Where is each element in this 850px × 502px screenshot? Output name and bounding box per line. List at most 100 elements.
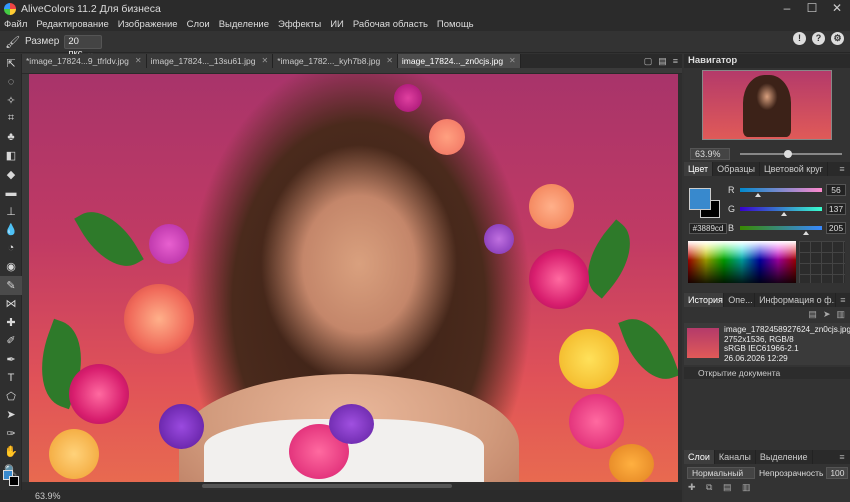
maximize-button[interactable]: ☐ bbox=[800, 0, 824, 17]
hex-field[interactable]: #3889cd bbox=[689, 223, 727, 234]
horizontal-scrollbar[interactable] bbox=[22, 482, 682, 490]
close-button[interactable]: ✕ bbox=[825, 0, 849, 17]
flower bbox=[569, 394, 624, 449]
pen-tool-icon[interactable]: ✒ bbox=[0, 350, 22, 369]
dodge-tool-icon[interactable]: ◔ bbox=[0, 239, 22, 258]
hand-tool-icon[interactable]: ✋ bbox=[0, 443, 22, 462]
menu-select[interactable]: Выделение bbox=[219, 19, 269, 30]
text-tool-icon[interactable]: T bbox=[0, 369, 22, 388]
panel-menu-icon[interactable]: ≡ bbox=[834, 450, 850, 464]
zoom-slider-knob[interactable] bbox=[784, 150, 792, 158]
new-document-icon[interactable]: ▢ bbox=[644, 54, 653, 68]
history-snapshot[interactable]: image_1782458927624_zn0cjs.jpg 2752x1536… bbox=[684, 323, 850, 365]
move-tool-icon[interactable]: ⇱ bbox=[0, 54, 22, 73]
tab-document-1[interactable]: *image_17824...9_tfrldv.jpg ✕ bbox=[22, 54, 147, 68]
blue-slider[interactable] bbox=[740, 226, 822, 235]
vertical-scrollbar[interactable] bbox=[678, 74, 682, 482]
brush-tool-icon[interactable]: ✎ bbox=[0, 276, 22, 295]
blur-tool-icon[interactable]: 💧 bbox=[0, 221, 22, 240]
layer-tools-icon[interactable]: ✚ ⧉ ▤ ▥ bbox=[688, 482, 754, 493]
save-icon[interactable]: ▤ bbox=[658, 54, 667, 68]
flower bbox=[529, 184, 574, 229]
tab-history[interactable]: История bbox=[684, 293, 725, 307]
size-dropdown[interactable]: 20 пкс bbox=[64, 34, 103, 59]
menu-ai[interactable]: ИИ bbox=[330, 19, 344, 30]
lasso-tool-icon[interactable]: ◌ bbox=[0, 73, 22, 92]
color-panel: Цвет Образцы Цветовой круг ≡ #3889cd R 5… bbox=[684, 162, 850, 292]
menu-image[interactable]: Изображение bbox=[118, 19, 178, 30]
mirror-tool-icon[interactable]: ⋈ bbox=[0, 295, 22, 314]
tab-document-2[interactable]: image_17824..._13su61.jpg ✕ bbox=[146, 54, 274, 68]
zoom-field[interactable]: 63.9% bbox=[690, 148, 730, 160]
tab-operations[interactable]: Опе... bbox=[724, 293, 756, 307]
tab-menu-icon[interactable]: ≡ bbox=[673, 54, 678, 68]
foreground-color-box[interactable] bbox=[689, 188, 711, 210]
fill-tool-icon[interactable]: ◆ bbox=[0, 165, 22, 184]
flower bbox=[429, 119, 465, 155]
menu-layers[interactable]: Слои bbox=[187, 19, 210, 30]
healing-tool-icon[interactable]: ✚ bbox=[0, 313, 22, 332]
panel-menu-icon[interactable]: ≡ bbox=[836, 293, 850, 307]
help-icon[interactable]: ? bbox=[812, 32, 825, 45]
green-slider[interactable] bbox=[740, 207, 822, 216]
tab-file-info[interactable]: Информация о ф... bbox=[755, 293, 836, 307]
blue-value-field[interactable]: 205 bbox=[826, 222, 846, 234]
tab-layers[interactable]: Слои bbox=[684, 450, 715, 464]
close-tab-icon[interactable]: ✕ bbox=[509, 54, 516, 68]
play-icon[interactable]: ➤ bbox=[823, 307, 831, 321]
shape-tool-icon[interactable]: ⬠ bbox=[0, 387, 22, 406]
opacity-field[interactable]: 100 bbox=[826, 467, 849, 479]
blend-mode-dropdown[interactable]: Нормальный bbox=[687, 467, 755, 479]
opacity-label: Непрозрачность bbox=[759, 468, 824, 478]
menu-file[interactable]: Файл bbox=[4, 19, 27, 30]
tab-selection[interactable]: Выделение bbox=[756, 450, 813, 464]
settings-gear-icon[interactable]: ⚙ bbox=[831, 32, 844, 45]
zoom-slider[interactable] bbox=[740, 150, 842, 158]
gradient-tool-icon[interactable]: ▬ bbox=[0, 184, 22, 203]
image-canvas[interactable] bbox=[29, 74, 678, 482]
navigator-preview[interactable] bbox=[702, 70, 832, 140]
eyedropper-tool-icon[interactable]: ✑ bbox=[0, 424, 22, 443]
scrollbar-thumb[interactable] bbox=[202, 484, 452, 488]
alert-icon[interactable]: ! bbox=[793, 32, 806, 45]
eraser-tool-icon[interactable]: ◧ bbox=[0, 147, 22, 166]
history-step[interactable]: Открытие документа bbox=[684, 367, 850, 379]
green-value-field[interactable]: 137 bbox=[826, 203, 846, 215]
new-snapshot-icon[interactable]: ▤ bbox=[808, 307, 817, 321]
minimize-button[interactable]: – bbox=[775, 0, 799, 17]
color-spectrum[interactable] bbox=[688, 241, 796, 283]
clone-stamp-tool-icon[interactable]: ♣ bbox=[0, 128, 22, 147]
tab-channels[interactable]: Каналы bbox=[715, 450, 756, 464]
red-value-field[interactable]: 56 bbox=[826, 184, 846, 196]
flower bbox=[124, 284, 194, 354]
menu-help[interactable]: Помощь bbox=[437, 19, 474, 30]
red-label: R bbox=[728, 185, 735, 195]
delete-icon[interactable]: ▥ bbox=[836, 307, 845, 321]
smudge-tool-icon[interactable]: ◉ bbox=[0, 258, 22, 277]
flower bbox=[49, 429, 99, 479]
tab-document-4[interactable]: image_17824..._zn0cjs.jpg ✕ bbox=[397, 54, 521, 68]
tab-color[interactable]: Цвет bbox=[684, 162, 714, 176]
background-color-swatch[interactable] bbox=[9, 476, 19, 486]
slider-marker[interactable] bbox=[803, 231, 809, 235]
magic-wand-tool-icon[interactable]: ✧ bbox=[0, 91, 22, 110]
stamp-tool-icon[interactable]: ⊥ bbox=[0, 202, 22, 221]
close-tab-icon[interactable]: ✕ bbox=[386, 54, 393, 68]
red-channel-row: R 56 bbox=[728, 183, 848, 197]
red-slider[interactable] bbox=[740, 188, 822, 197]
close-tab-icon[interactable]: ✕ bbox=[261, 54, 268, 68]
tab-document-3[interactable]: *image_1782..._kyh7b8.jpg ✕ bbox=[273, 54, 398, 68]
pencil-tool-icon[interactable]: ✐ bbox=[0, 332, 22, 351]
menu-edit[interactable]: Редактирование bbox=[36, 19, 108, 30]
menu-workspace[interactable]: Рабочая область bbox=[353, 19, 428, 30]
panel-menu-icon[interactable]: ≡ bbox=[834, 162, 850, 176]
recent-swatches-grid[interactable] bbox=[799, 241, 845, 283]
close-tab-icon[interactable]: ✕ bbox=[135, 54, 142, 68]
tab-color-wheel[interactable]: Цветовой круг bbox=[760, 162, 828, 176]
path-select-tool-icon[interactable]: ➤ bbox=[0, 406, 22, 425]
tab-swatches[interactable]: Образцы bbox=[713, 162, 760, 176]
slider-marker[interactable] bbox=[755, 193, 761, 197]
crop-tool-icon[interactable]: ⌗ bbox=[0, 110, 22, 129]
menu-effects[interactable]: Эффекты bbox=[278, 19, 321, 30]
slider-marker[interactable] bbox=[781, 212, 787, 216]
